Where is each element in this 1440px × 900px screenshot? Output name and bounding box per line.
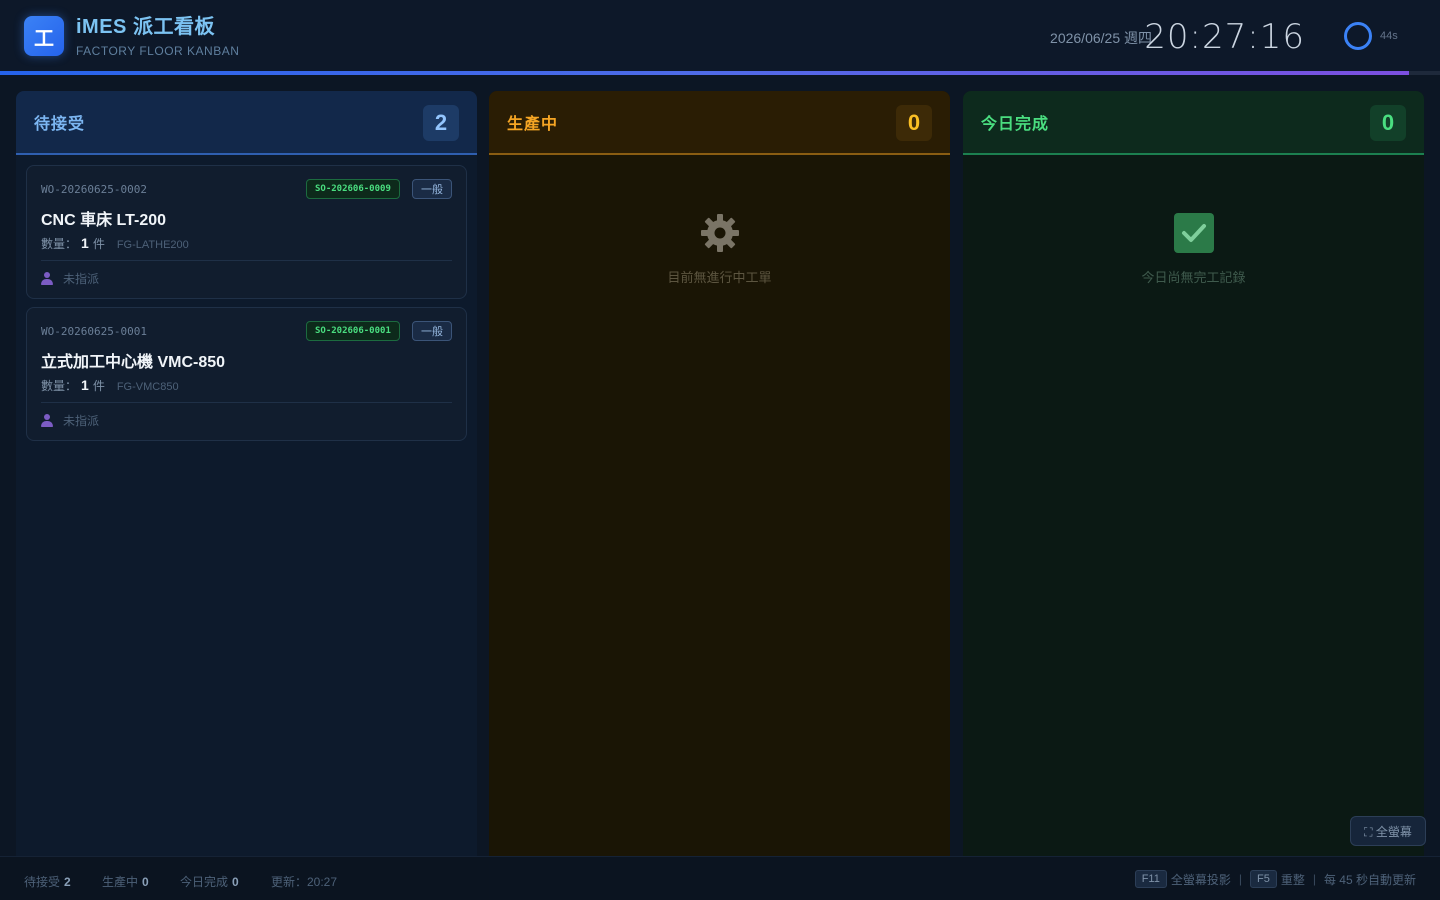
f11-label: 全螢幕投影 [1170,872,1231,887]
current-date: 2026/06/25 週四 [1050,30,1152,46]
empty-state-text: 目前無進行中工單 [667,270,772,285]
column-header: 待接受 2 [16,91,477,155]
current-time: 20:27:16 [1144,17,1305,57]
refresh-ring-icon [1344,22,1372,50]
card-divider [41,402,452,403]
footer-pending-label: 待接受 [24,875,61,889]
fullscreen-button[interactable]: ⛶ 全螢幕 [1350,816,1426,846]
column-count-badge: 0 [1370,105,1406,141]
app-subtitle: FACTORY FLOOR KANBAN [76,44,240,58]
title-block: iMES 派工看板 FACTORY FLOOR KANBAN [76,15,239,58]
footer-progress-label: 生產中 [102,875,139,889]
footer-shortcuts: F11 全螢幕投影 | F5 重整 | 每 45 秒自動更新 [1134,870,1416,888]
column-header: 生產中 0 [489,91,950,155]
product-name: CNC 車床 LT-200 [41,212,167,229]
checkbox-icon [1173,213,1214,253]
quantity-row: 數量： 1 件 FG-VMC850 [41,377,179,394]
footer-pending-count: 2 [64,875,71,889]
user-icon [41,414,53,427]
footer-progress-stat: 生產中 0 [102,873,149,890]
assignee-row: 未指派 [41,412,99,429]
quantity-unit: 件 [92,379,105,393]
column-count-badge: 0 [896,105,932,141]
footer-done-stat: 今日完成 0 [180,873,239,890]
column-in-progress: 生產中 0 目前無進行中工單 [489,91,950,856]
column-title: 生產中 [507,116,559,133]
column-header: 今日完成 0 [963,91,1424,155]
empty-state: 今日尚無完工記錄 [963,213,1424,286]
product-name: 立式加工中心機 VMC-850 [41,354,226,371]
assignee-label: 未指派 [63,272,100,286]
footer-updated-time: 更新：20:27 [271,875,338,889]
quantity-row: 數量： 1 件 FG-LATHE200 [41,235,189,252]
footer-pending-stat: 待接受 2 [24,873,71,890]
auto-refresh-note: 每 45 秒自動更新 [1323,872,1416,887]
work-order-number: WO-20260625-0002 [41,183,147,196]
column-pending: 待接受 2 WO-20260625-0002 SO-202606-0009 一般… [16,91,477,856]
sales-order-badge: SO-202606-0001 [306,321,400,341]
work-order-card[interactable]: WO-20260625-0002 SO-202606-0009 一般 CNC 車… [26,165,467,299]
footer-progress-count: 0 [142,875,149,889]
separator: | [1238,872,1242,886]
footer-done-label: 今日完成 [180,875,229,889]
user-icon [41,272,53,285]
status-footer: 待接受 2 生產中 0 今日完成 0 更新：20:27 F11 全螢幕投影 | F5 … [0,856,1440,900]
assignee-label: 未指派 [63,414,100,428]
app-header: 工 iMES 派工看板 FACTORY FLOOR KANBAN 2026/06… [0,0,1440,72]
footer-done-count: 0 [232,875,239,889]
priority-badge: 一般 [412,179,452,199]
product-sku: FG-LATHE200 [116,239,189,251]
work-order-card[interactable]: WO-20260625-0001 SO-202606-0001 一般 立式加工中… [26,307,467,441]
app-logo: 工 [24,16,64,56]
quantity-label: 數量： [41,237,78,251]
separator: | [1312,872,1316,886]
empty-state-text: 今日尚無完工記錄 [1141,270,1246,285]
work-order-number: WO-20260625-0001 [41,325,147,338]
app-title: iMES 派工看板 [76,16,215,38]
quantity-label: 數量： [41,379,78,393]
product-sku: FG-VMC850 [116,381,179,393]
column-count-badge: 2 [423,105,459,141]
refresh-progress-track [1409,71,1440,75]
f5-label: 重整 [1280,872,1305,887]
refresh-countdown: 44s [1380,30,1398,42]
quantity-value: 1 [81,377,89,393]
column-title: 今日完成 [981,116,1050,133]
quantity-value: 1 [81,235,89,251]
f5-key: F5 [1249,870,1277,888]
f11-key: F11 [1134,870,1167,888]
quantity-unit: 件 [92,237,105,251]
card-divider [41,260,452,261]
sales-order-badge: SO-202606-0009 [306,179,400,199]
column-title: 待接受 [34,116,86,133]
priority-badge: 一般 [412,321,452,341]
empty-state: 目前無進行中工單 [489,213,950,286]
column-done-today: 今日完成 0 今日尚無完工記錄 [963,91,1424,856]
assignee-row: 未指派 [41,270,99,287]
refresh-progress-bar [0,71,1409,75]
gear-icon [700,213,740,253]
